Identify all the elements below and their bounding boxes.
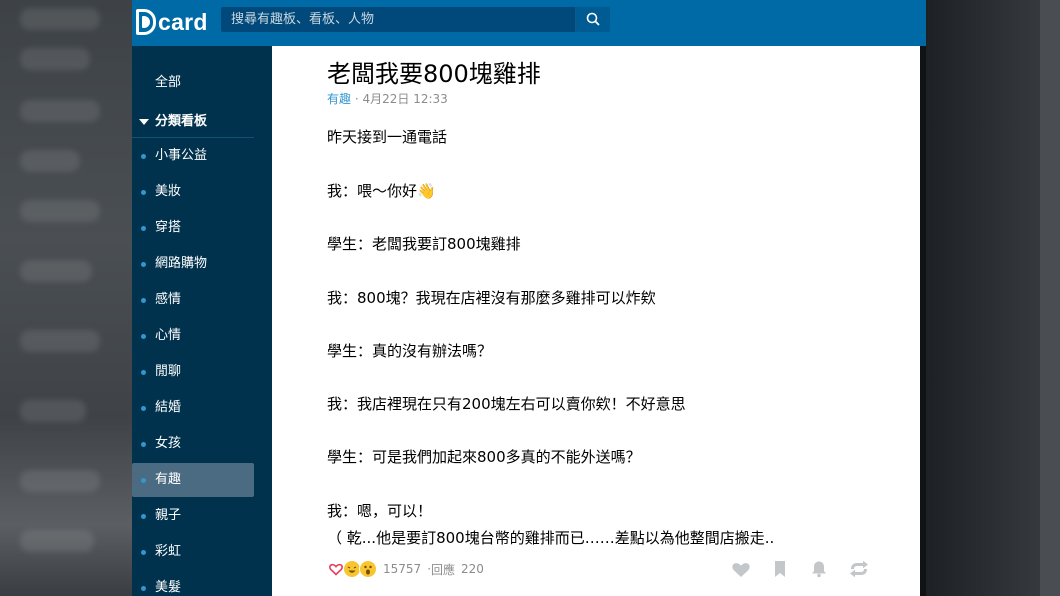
bookmark-icon [775, 561, 785, 577]
sidebar-item-label: 美髮 [155, 580, 182, 595]
article-line: 學生：老闆我要訂800塊雞排 [327, 235, 521, 253]
article-actions [731, 560, 870, 578]
article-line: 學生：可是我們加起來800多真的不能外送嗎？ [327, 448, 641, 466]
notify-button[interactable] [809, 560, 829, 578]
article-title: 老闆我要800塊雞排 [327, 60, 541, 88]
bullet-icon [141, 586, 146, 591]
sidebar-section-label: 分類看板 [155, 114, 208, 129]
like-button[interactable] [731, 560, 751, 578]
sidebar-item[interactable]: 小事公益 [132, 139, 254, 173]
blurred-shape [20, 8, 100, 30]
article-line: 學生：真的沒有辦法嗎？ [327, 342, 493, 360]
article-panel: 老闆我要800塊雞排 有趣 · 4月22日 12:33 昨天接到一通電話 我：喂… [272, 46, 920, 596]
sidebar-item-label: 網路購物 [155, 256, 208, 271]
sidebar-item[interactable]: 結婚 [132, 391, 254, 425]
article-line: （ 乾...他是要訂800塊台幣的雞排而已……差點以為他整間店搬走.. [327, 529, 775, 547]
top-header: card 搜尋有趣板、看板、人物 [132, 0, 926, 46]
bullet-icon [141, 190, 146, 195]
search-input[interactable]: 搜尋有趣板、看板、人物 [221, 7, 575, 32]
sidebar-item[interactable]: 親子 [132, 499, 254, 533]
dcard-logo[interactable]: card [136, 6, 208, 38]
article-edge [920, 46, 926, 596]
like-count: 15757 [383, 562, 422, 576]
sidebar-item-label: 結婚 [155, 400, 182, 415]
bullet-icon [141, 478, 146, 483]
bullet-icon [141, 514, 146, 519]
bullet-icon [141, 226, 146, 231]
bullet-icon [141, 298, 146, 303]
bullet-icon [141, 262, 146, 267]
search-icon [586, 12, 600, 26]
blurred-shape [20, 150, 80, 172]
sidebar-item[interactable]: 穿搭 [132, 211, 254, 245]
blurred-shape [20, 100, 100, 122]
article-line: 我：喂～你好👋 [327, 182, 436, 200]
background-strip [1040, 0, 1060, 596]
blurred-shape [20, 400, 86, 422]
heart-outline-icon [732, 563, 750, 577]
sidebar-item-label: 閒聊 [155, 364, 182, 379]
search-button[interactable] [575, 7, 610, 32]
share-button[interactable] [848, 560, 870, 578]
blurred-shape [20, 48, 90, 70]
article-line: 昨天接到一通電話 [327, 128, 448, 146]
article-line: 我：我店裡現在只有200塊左右可以賣你欸！不好意思 [327, 395, 686, 413]
logo-text: card [158, 8, 208, 35]
sidebar-item-label: 穿搭 [155, 220, 182, 235]
article-footer: 15757 · 回應 220 [327, 558, 484, 580]
wow-icon [359, 560, 377, 578]
bookmark-button[interactable] [770, 560, 790, 578]
bullet-icon [141, 334, 146, 339]
sidebar-item-label: 心情 [155, 328, 182, 343]
sidebar-item-all[interactable]: 全部 [132, 66, 254, 100]
sidebar-section-categories[interactable]: 分類看板 [132, 106, 254, 138]
bell-icon [812, 561, 826, 578]
share-icon [850, 560, 868, 578]
bullet-icon [141, 442, 146, 447]
article-line: 我：嗯，可以！ [327, 502, 433, 520]
blurred-shape [20, 470, 100, 492]
blurred-background-left [0, 0, 132, 596]
sidebar-item[interactable]: 彩虹 [132, 535, 254, 569]
sidebar-item[interactable]: 女孩 [132, 427, 254, 461]
post-time: 4月22日 12:33 [362, 92, 448, 106]
sidebar-item[interactable]: 網路購物 [132, 247, 254, 281]
blurred-shape [20, 530, 94, 552]
sidebar-item-label: 有趣 [155, 472, 182, 487]
article-line: 我：800塊？我現在店裡沒有那麼多雞排可以炸欸 [327, 289, 656, 307]
sidebar-item-label: 彩虹 [155, 544, 182, 559]
forum-link[interactable]: 有趣 [327, 92, 351, 106]
article-meta: 有趣 · 4月22日 12:33 [327, 90, 448, 107]
meta-separator: · [351, 92, 363, 106]
sidebar-item[interactable]: 感情 [132, 283, 254, 317]
sidebar-item[interactable]: 美妝 [132, 175, 254, 209]
sidebar-item-active[interactable]: 有趣 [132, 463, 254, 497]
sidebar-item-label: 女孩 [155, 436, 182, 451]
sidebar-item-label: 感情 [155, 292, 182, 307]
sidebar-item[interactable]: 心情 [132, 319, 254, 353]
sidebar-item-label: 小事公益 [155, 148, 208, 163]
sidebar: 全部 分類看板 小事公益 美妝 穿搭 網路購物 感情 心情 閒聊 結婚 女孩 有… [132, 46, 272, 596]
sidebar-item-label: 親子 [155, 508, 182, 523]
sidebar-item-label: 美妝 [155, 184, 182, 199]
blurred-shape [20, 330, 100, 352]
bullet-icon [141, 370, 146, 375]
triangle-down-icon [139, 119, 149, 125]
sidebar-item[interactable]: 美髮 [132, 571, 254, 596]
bullet-icon [141, 406, 146, 411]
sidebar-item[interactable]: 閒聊 [132, 355, 254, 389]
reply-label: 回應 [431, 562, 456, 577]
bullet-icon [141, 550, 146, 555]
blurred-shape [20, 200, 100, 222]
reply-count: 220 [461, 562, 484, 576]
dcard-logo-icon [136, 9, 156, 35]
bullet-icon [141, 154, 146, 159]
blurred-shape [20, 260, 92, 282]
